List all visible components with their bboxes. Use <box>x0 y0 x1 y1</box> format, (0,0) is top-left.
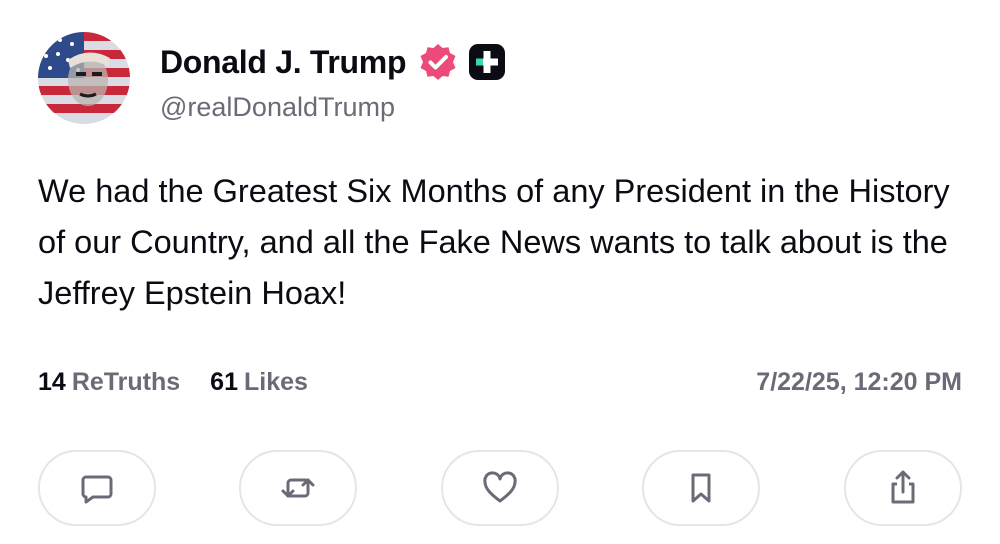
share-button[interactable] <box>844 450 962 526</box>
comment-icon <box>81 475 113 504</box>
heart-icon <box>483 471 517 503</box>
like-button[interactable] <box>441 450 559 526</box>
post-stats: 14 ReTruths 61 Likes <box>38 368 338 397</box>
reply-button[interactable] <box>38 450 156 526</box>
post-text: We had the Greatest Six Months of any Pr… <box>38 173 950 311</box>
repost-icon <box>281 478 315 498</box>
bookmark-icon <box>691 473 711 503</box>
post-card: Donald J. Trump @realDonaldTrump We had … <box>0 0 1000 544</box>
retruths-count: 14 <box>38 368 66 396</box>
bookmark-button[interactable] <box>642 450 760 526</box>
action-bar <box>38 450 962 526</box>
author-name-row: Donald J. Trump <box>160 42 506 82</box>
likes-count: 61 <box>210 368 238 396</box>
author-handle[interactable]: @realDonaldTrump <box>160 92 395 123</box>
truth-plus-icon <box>468 43 506 81</box>
avatar-image <box>38 32 130 124</box>
retruth-button[interactable] <box>239 450 357 526</box>
avatar[interactable] <box>38 32 130 124</box>
likes-stat[interactable]: 61 Likes <box>210 368 308 397</box>
verified-badge-icon <box>418 42 458 82</box>
share-icon <box>891 470 915 504</box>
retruths-label: ReTruths <box>71 368 181 396</box>
author-display-name[interactable]: Donald J. Trump <box>160 44 407 81</box>
retruths-stat[interactable]: 14 ReTruths <box>38 368 180 397</box>
likes-label: Likes <box>243 368 308 396</box>
post-timestamp: 7/22/25, 12:20 PM <box>756 368 962 396</box>
